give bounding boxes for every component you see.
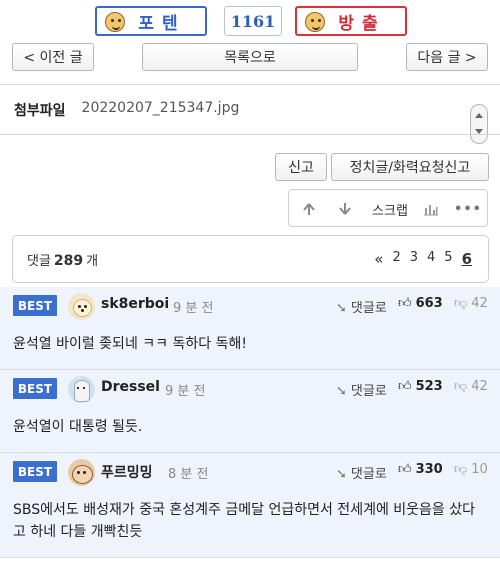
scroll-handle[interactable] [470, 104, 488, 144]
dislike-count: 10 [471, 462, 488, 477]
report-politics-button[interactable]: 정치글/화력요청신고 [331, 153, 489, 181]
thumbs-down-icon: 👎︎ [454, 379, 468, 394]
thumbs-up-icon: 👍︎ [398, 462, 412, 477]
vote-count: 1161 [224, 6, 282, 36]
thumbs-down-icon: 👎︎ [454, 462, 468, 477]
avatar[interactable] [68, 293, 95, 320]
reply-button[interactable]: ➘ 댓글로 [336, 463, 387, 482]
comment-count: 댓글 289 개 [27, 250, 98, 269]
prev-post-button[interactable]: < 이전 글 [12, 43, 94, 71]
next-post-button[interactable]: 다음 글 > [406, 43, 488, 71]
comment-item: BEST sk8erboi 9 분 전 ➘ 댓글로 👍︎ 663 👎︎ 42 윤석열 … [0, 287, 500, 370]
upvote-label: 포텐 [138, 13, 186, 34]
pager-page[interactable]: 2 [392, 250, 400, 268]
comment-header: BEST Dressel 9 분 전 ➘ 댓글로 👍︎ 523 👎︎ 42 [0, 370, 500, 404]
post-navigation: < 이전 글 목록으로 다음 글 > [12, 43, 488, 73]
like-count: 523 [415, 379, 443, 394]
avatar[interactable] [68, 459, 95, 486]
dislike-button[interactable]: 👎︎ 42 [454, 379, 488, 394]
pager-current-page[interactable]: 6 [462, 250, 472, 268]
arrow-up-icon[interactable] [297, 190, 321, 228]
comment-header: BEST 푸르밍밍 8 분 전 ➘ 댓글로 👍︎ 330 👎︎ 10 [0, 453, 500, 487]
attachment-file-link[interactable]: 20220207_215347.jpg [82, 100, 240, 120]
comment-time: 8 분 전 [168, 467, 209, 482]
reply-label: 댓글로 [350, 301, 387, 316]
divider [0, 84, 500, 85]
best-badge: BEST [13, 378, 57, 399]
thumbs-up-face-icon [105, 12, 125, 32]
like-button[interactable]: 👍︎ 663 [398, 296, 443, 311]
pager-page[interactable]: 3 [410, 250, 418, 268]
comment-item: BEST Dressel 9 분 전 ➘ 댓글로 👍︎ 523 👎︎ 42 윤석열이 … [0, 370, 500, 453]
pager-page[interactable]: 4 [427, 250, 435, 268]
best-badge: BEST [13, 461, 57, 482]
upvote-button[interactable]: 포텐 [95, 6, 207, 36]
dislike-button[interactable]: 👎︎ 42 [454, 296, 488, 311]
pager-prev-button[interactable]: « [374, 250, 383, 268]
vote-bar: 포텐 1161 방출 [0, 6, 500, 38]
scrap-button[interactable]: 스크랩 [369, 190, 411, 228]
like-button[interactable]: 👍︎ 330 [398, 462, 443, 477]
attachment-row: 첨부파일 20220207_215347.jpg [14, 100, 239, 120]
thumbs-down-face-icon [305, 12, 325, 32]
thumbs-up-icon: 👍︎ [398, 296, 412, 311]
post-toolbar: 스크랩 ••• [288, 189, 488, 227]
pager-page[interactable]: 5 [444, 250, 452, 268]
arrow-down-icon[interactable] [333, 190, 357, 228]
thumbs-up-icon: 👍︎ [398, 379, 412, 394]
comment-text: SBS에서도 배성재가 중국 혼성계주 금메달 언급하면서 전세계에 비웃음을 … [13, 502, 476, 540]
back-to-list-button[interactable]: 목록으로 [142, 43, 358, 71]
dislike-count: 42 [471, 379, 488, 394]
comment-text: 윤석열이 대통령 될듯. [13, 419, 143, 435]
downvote-label: 방출 [338, 13, 386, 34]
attachment-label: 첨부파일 [14, 103, 66, 119]
reply-arrow-icon: ➘ [336, 467, 347, 482]
like-button[interactable]: 👍︎ 523 [398, 379, 443, 394]
bar-chart-icon[interactable] [419, 190, 443, 228]
comment-list: BEST sk8erboi 9 분 전 ➘ 댓글로 👍︎ 663 👎︎ 42 윤석열 … [0, 287, 500, 558]
dislike-count: 42 [471, 296, 488, 311]
comment-summary: 댓글 289 개 « 2 3 4 5 6 [12, 235, 489, 283]
reply-button[interactable]: ➘ 댓글로 [336, 297, 387, 316]
comment-header: BEST sk8erboi 9 분 전 ➘ 댓글로 👍︎ 663 👎︎ 42 [0, 287, 500, 321]
reply-label: 댓글로 [350, 384, 387, 399]
like-count: 330 [415, 462, 443, 477]
pagination: « 2 3 4 5 6 [374, 250, 472, 268]
reply-arrow-icon: ➘ [336, 384, 347, 399]
best-badge: BEST [13, 295, 57, 316]
reply-arrow-icon: ➘ [336, 301, 347, 316]
comment-count-prefix: 댓글 [27, 254, 51, 269]
comment-count-number: 289 [53, 253, 84, 269]
more-options-button[interactable]: ••• [454, 190, 481, 228]
thumbs-down-icon: 👎︎ [454, 296, 468, 311]
comment-author[interactable]: Dressel [101, 379, 160, 395]
like-count: 663 [415, 296, 443, 311]
avatar[interactable] [68, 376, 95, 403]
comment-count-suffix: 개 [86, 254, 99, 269]
comment-author[interactable]: 푸르밍밍 [101, 462, 153, 482]
comment-time: 9 분 전 [173, 301, 214, 316]
downvote-button[interactable]: 방출 [295, 6, 407, 36]
dislike-button[interactable]: 👎︎ 10 [454, 462, 488, 477]
comment-item: BEST 푸르밍밍 8 분 전 ➘ 댓글로 👍︎ 330 👎︎ 10 SBS에서도 배… [0, 453, 500, 558]
comment-author[interactable]: sk8erboi [101, 296, 169, 312]
report-button[interactable]: 신고 [275, 153, 327, 181]
reply-button[interactable]: ➘ 댓글로 [336, 380, 387, 399]
divider [0, 134, 500, 135]
reply-label: 댓글로 [350, 467, 387, 482]
comment-text: 윤석열 바이럴 좆되네 ㅋㅋ 독하다 독해! [13, 336, 247, 352]
comment-time: 9 분 전 [165, 384, 206, 399]
